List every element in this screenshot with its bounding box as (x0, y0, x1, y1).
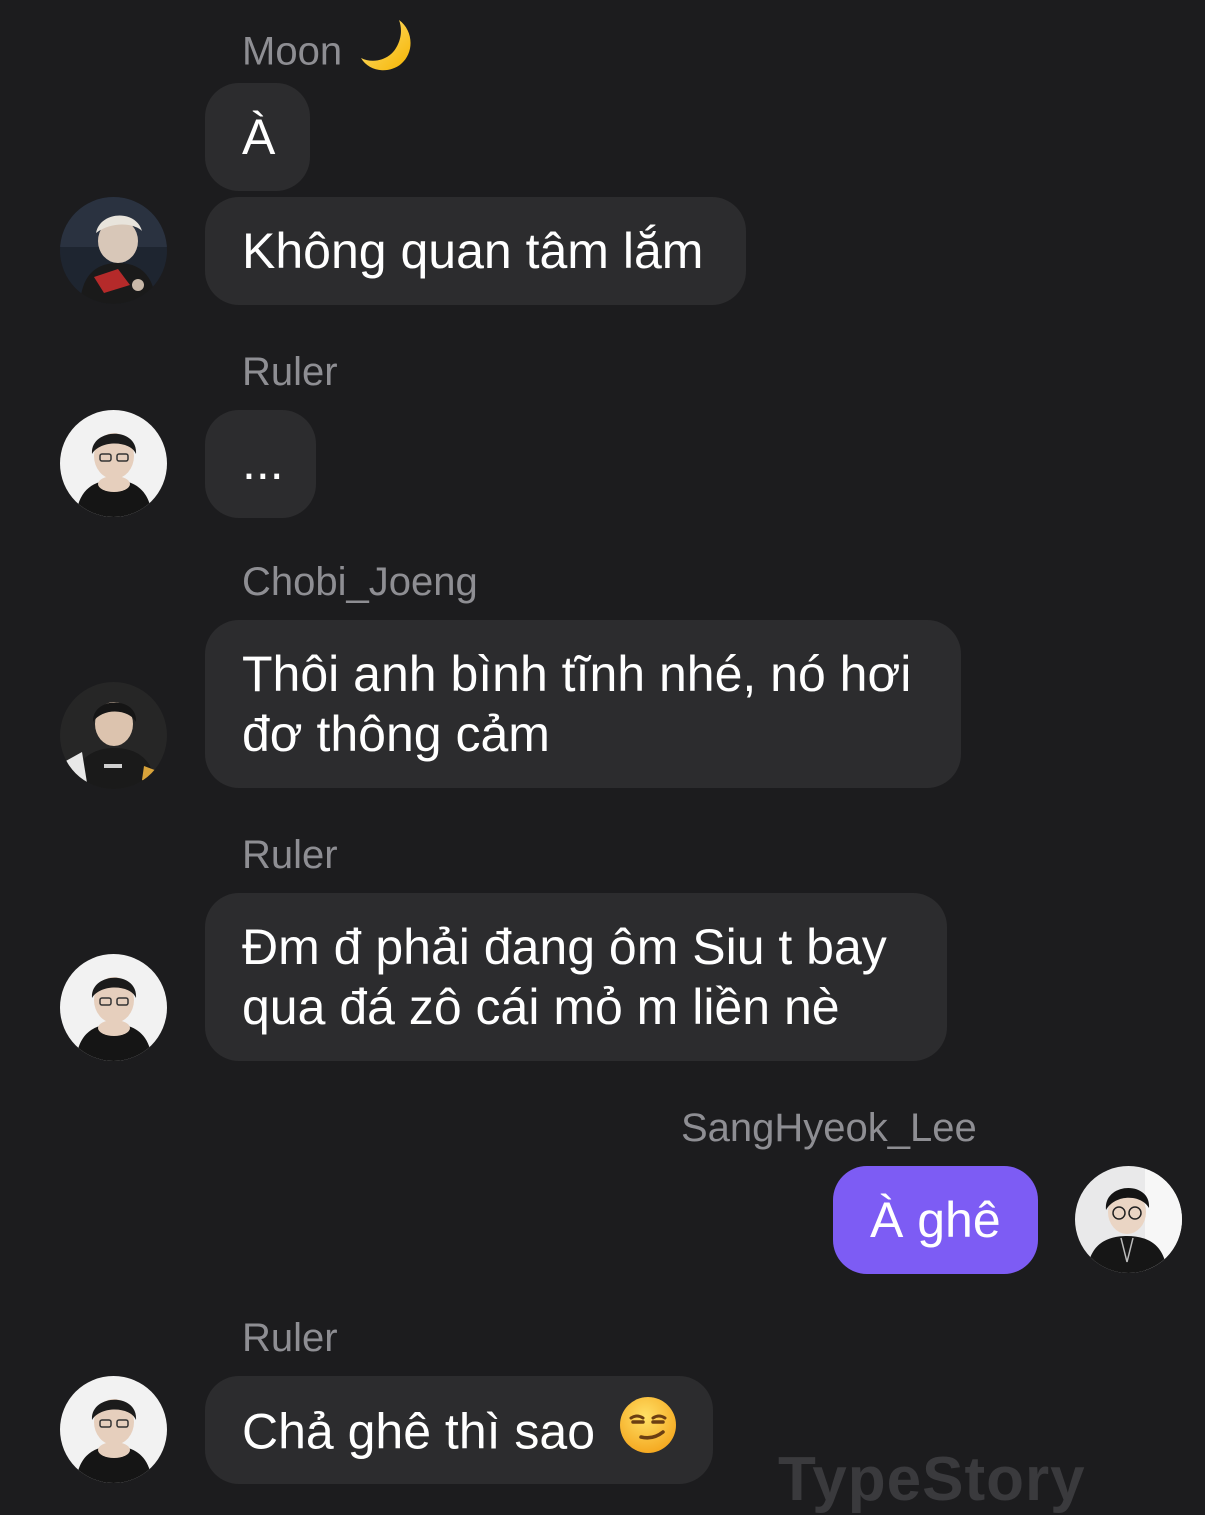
message-bubble[interactable]: Thôi anh bình tĩnh nhé, nó hơi đơ thông … (205, 620, 961, 788)
message-text-line: Thôi anh bình tĩnh nhé, nó hơi (242, 646, 912, 702)
message-bubble[interactable]: Đm đ phải đang ôm Siu t bay qua đá zô cá… (205, 893, 947, 1061)
avatar-ruler[interactable] (60, 410, 167, 517)
message-bubble-outgoing[interactable]: À ghê (833, 1166, 1038, 1274)
message-bubble[interactable]: Không quan tâm lắm (205, 197, 746, 305)
message-bubble[interactable]: ... (205, 410, 316, 518)
sender-name-moon: Moon (242, 20, 415, 86)
message-text: À ghê (870, 1192, 1001, 1248)
avatar-sanghyeok-lee[interactable] (1075, 1166, 1182, 1273)
sender-name-text: Moon (242, 29, 343, 74)
message-text: Chả ghê thì sao (242, 1403, 596, 1460)
crescent-moon-icon (359, 18, 415, 82)
message-text-line: Đm đ phải đang ôm Siu t bay (242, 919, 887, 975)
sender-name-ruler: Ruler (242, 1316, 338, 1360)
message-bubble[interactable]: À (205, 83, 310, 191)
sender-name-ruler: Ruler (242, 350, 338, 394)
sender-name-sanghyeok-lee: SangHyeok_Lee (681, 1106, 977, 1150)
smirking-face-icon (619, 1396, 677, 1467)
sender-name-chobi-joeng: Chobi_Joeng (242, 560, 478, 604)
message-text-line: đơ thông cảm (242, 706, 550, 762)
sender-name-ruler: Ruler (242, 833, 338, 877)
message-text: À (242, 109, 276, 165)
watermark-logo: TypeStory (778, 1445, 1086, 1514)
avatar-chobi-joeng[interactable] (60, 682, 167, 789)
message-bubble[interactable]: Chả ghê thì sao (205, 1376, 713, 1484)
avatar-ruler[interactable] (60, 1376, 167, 1483)
message-text: Không quan tâm lắm (242, 223, 704, 279)
avatar-ruler[interactable] (60, 954, 167, 1061)
message-text: ... (242, 434, 284, 490)
message-text-line: qua đá zô cái mỏ m liền nè (242, 979, 840, 1035)
avatar-moon[interactable] (60, 197, 167, 304)
